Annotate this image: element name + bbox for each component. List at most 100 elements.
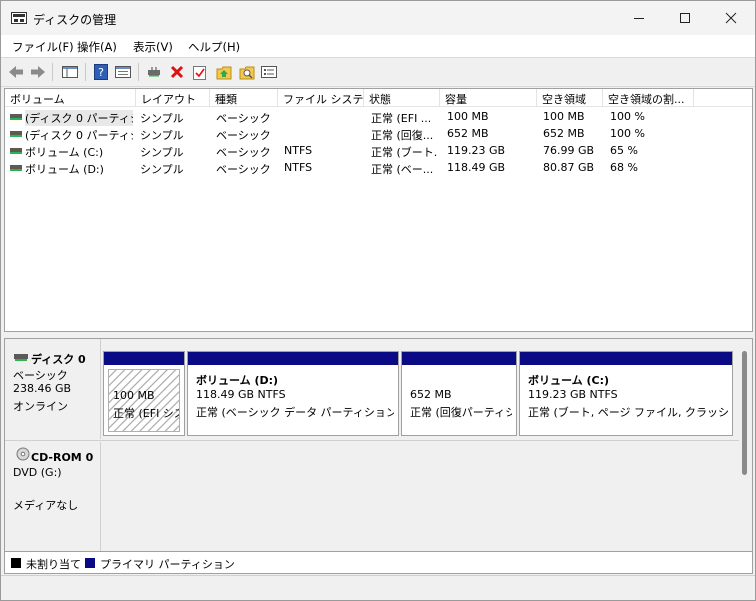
cdrom-0-state: メディアなし <box>13 499 79 512</box>
toolbar-separator <box>85 63 86 81</box>
pane-splitter[interactable] <box>1 333 755 337</box>
column-header-filesystem[interactable]: ファイル システム <box>278 89 364 107</box>
delete-icon <box>170 65 184 79</box>
partition-c-title: ボリューム (C:) <box>528 374 610 387</box>
close-button[interactable] <box>708 1 754 35</box>
volume-icon <box>10 114 22 120</box>
cell-volume: ボリューム (C:) <box>25 146 104 159</box>
cell-type: ベーシック <box>216 129 271 142</box>
delete-button[interactable] <box>168 63 186 81</box>
menu-help[interactable]: ヘルプ(H) <box>188 39 240 55</box>
disk-management-window: ディスクの管理 ファイル(F) 操作(A) 表示(V) ヘルプ(H) ? ボリュ… <box>0 0 756 601</box>
column-header-type[interactable]: 種類 <box>210 89 278 107</box>
partition-recovery-size: 652 MB <box>410 388 452 401</box>
cell-free-space: 80.87 GB <box>543 161 595 174</box>
properties-button[interactable] <box>114 63 132 81</box>
partition-area: 652 MB 正常 (回復パーティシ: <box>406 369 512 432</box>
connect-button[interactable] <box>145 63 163 81</box>
cell-volume: (ディスク 0 パーティシ... <box>25 129 133 142</box>
disk-divider <box>5 440 739 441</box>
cdrom-0-type: DVD (G:) <box>13 466 62 479</box>
folder-up-button[interactable] <box>215 63 233 81</box>
maximize-icon <box>680 13 690 23</box>
toolbar-separator <box>52 63 53 81</box>
menu-bar: ファイル(F) 操作(A) 表示(V) ヘルプ(H) <box>1 35 755 57</box>
menu-view[interactable]: 表示(V) <box>133 39 173 55</box>
legend-unallocated-swatch <box>11 558 21 568</box>
cell-type: ベーシック <box>216 112 271 125</box>
help-button[interactable]: ? <box>92 63 110 81</box>
menu-action[interactable]: 操作(A) <box>77 39 117 55</box>
volume-icon <box>10 148 22 154</box>
cdrom-0-name: CD-ROM 0 <box>31 451 94 464</box>
cell-free-percent: 68 % <box>610 161 638 174</box>
partition-c[interactable]: ボリューム (C:) 119.23 GB NTFS 正常 (ブート, ページ フ… <box>519 351 733 436</box>
maximize-button[interactable] <box>662 1 708 35</box>
table-row[interactable]: (ディスク 0 パーティシ... シンプル ベーシック 正常 (EFI ... … <box>5 108 752 126</box>
cell-free-space: 100 MB <box>543 110 585 123</box>
volume-list[interactable]: ボリューム レイアウト 種類 ファイル システム 状態 容量 空き領域 空き領域… <box>4 88 753 332</box>
disk-0-state: オンライン <box>13 400 68 413</box>
partition-recovery-status: 正常 (回復パーティシ: <box>410 406 512 419</box>
cell-layout: シンプル <box>140 163 184 176</box>
toolbar-separator <box>138 63 139 81</box>
table-row[interactable]: ボリューム (D:) シンプル ベーシック NTFS 正常 (ベー... 118… <box>5 159 752 176</box>
cdrom-icon <box>16 447 30 461</box>
back-button[interactable] <box>7 63 25 81</box>
partition-d[interactable]: ボリューム (D:) 118.49 GB NTFS 正常 (ベーシック データ … <box>187 351 399 436</box>
column-header-capacity[interactable]: 容量 <box>440 89 537 107</box>
check-button[interactable] <box>191 63 209 81</box>
cell-status: 正常 (回復... <box>371 129 434 142</box>
partition-d-status: 正常 (ベーシック データ パーティション) <box>196 406 394 419</box>
window-title: ディスクの管理 <box>33 13 117 27</box>
cdrom-0-area[interactable] <box>102 442 739 551</box>
partition-efi-size: 100 MB <box>113 389 155 402</box>
cell-type: ベーシック <box>216 146 271 159</box>
cell-free-space: 652 MB <box>543 127 585 140</box>
console-tree-button[interactable] <box>61 63 79 81</box>
partition-recovery[interactable]: 652 MB 正常 (回復パーティシ: <box>401 351 517 436</box>
column-header-status[interactable]: 状態 <box>364 89 440 107</box>
app-icon <box>11 12 27 24</box>
partition-efi[interactable]: 100 MB 正常 (EFI シス <box>103 351 185 436</box>
search-folder-icon <box>239 66 255 79</box>
cell-type: ベーシック <box>216 163 271 176</box>
disk-0-label[interactable]: ディスク 0 ベーシック 238.46 GB オンライン <box>5 339 101 439</box>
cell-free-space: 76.99 GB <box>543 144 595 157</box>
cell-capacity: 652 MB <box>447 127 489 140</box>
list-header: ボリューム レイアウト 種類 ファイル システム 状態 容量 空き領域 空き領域… <box>5 89 752 107</box>
cdrom-0-label[interactable]: CD-ROM 0 DVD (G:) メディアなし <box>5 442 101 551</box>
cell-status: 正常 (ブート... <box>371 146 437 159</box>
title-bar: ディスクの管理 <box>1 1 755 35</box>
column-header-volume[interactable]: ボリューム <box>5 89 136 107</box>
column-header-free-space[interactable]: 空き領域 <box>537 89 603 107</box>
list-view-button[interactable] <box>260 63 278 81</box>
partition-bar <box>188 352 398 365</box>
svg-text:?: ? <box>98 66 104 79</box>
console-tree-icon <box>62 66 78 78</box>
search-folder-button[interactable] <box>238 63 256 81</box>
cell-layout: シンプル <box>140 112 184 125</box>
help-icon: ? <box>94 64 108 80</box>
partition-area: ボリューム (D:) 118.49 GB NTFS 正常 (ベーシック データ … <box>192 369 394 432</box>
cell-volume: (ディスク 0 パーティシ... <box>25 110 133 126</box>
disk-icon <box>14 354 28 361</box>
forward-button[interactable] <box>29 63 47 81</box>
legend-primary-label: プライマリ パーティション <box>100 558 235 571</box>
column-header-free-percent[interactable]: 空き領域の割... <box>603 89 694 107</box>
menu-file[interactable]: ファイル(F) <box>12 39 74 55</box>
cell-free-percent: 100 % <box>610 110 645 123</box>
partition-d-size: 118.49 GB NTFS <box>196 388 286 401</box>
cell-capacity: 100 MB <box>447 110 489 123</box>
toolbar: ? <box>1 57 755 87</box>
column-header-layout[interactable]: レイアウト <box>136 89 210 107</box>
cell-layout: シンプル <box>140 129 184 142</box>
legend: 未割り当て プライマリ パーティション <box>4 552 753 574</box>
minimize-button[interactable] <box>616 1 662 35</box>
volume-icon <box>10 131 22 137</box>
cell-volume: ボリューム (D:) <box>25 163 104 176</box>
disk-graphical-view: ディスク 0 ベーシック 238.46 GB オンライン 100 MB 正常 (… <box>4 338 753 552</box>
table-row[interactable]: (ディスク 0 パーティシ... シンプル ベーシック 正常 (回復... 65… <box>5 125 752 142</box>
table-row[interactable]: ボリューム (C:) シンプル ベーシック NTFS 正常 (ブート... 11… <box>5 142 752 159</box>
vertical-scrollbar[interactable] <box>742 351 747 475</box>
